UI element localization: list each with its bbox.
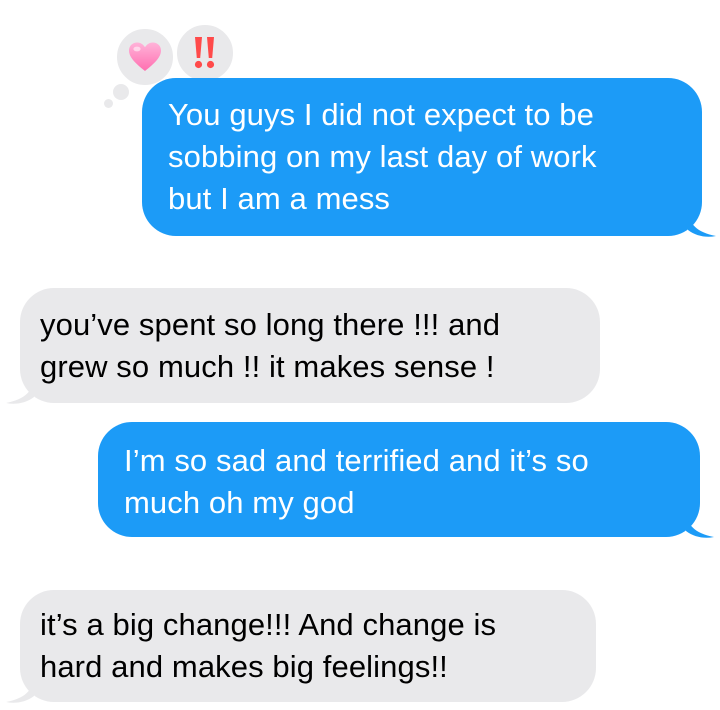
double-exclamation-icon bbox=[194, 37, 215, 69]
heart-icon bbox=[129, 42, 161, 71]
received-message-bubble[interactable]: you’ve spent so long there !!! and grew … bbox=[6, 288, 600, 404]
sent-message-bubble[interactable]: I’m so sad and terrified and it’s so muc… bbox=[98, 422, 714, 538]
bubble-tail bbox=[6, 678, 34, 704]
tapback-tail-dot bbox=[104, 99, 113, 108]
received-message-bubble[interactable]: it’s a big change!!! And change is hard … bbox=[6, 590, 596, 703]
tapback-tail-dot bbox=[113, 84, 129, 100]
message-text: You guys I did not expect to be sobbing … bbox=[168, 97, 597, 216]
message-text: it’s a big change!!! And change is hard … bbox=[40, 607, 497, 684]
bubble-tail bbox=[688, 212, 716, 238]
bubble-tail bbox=[686, 513, 714, 539]
exclamation-reaction[interactable] bbox=[174, 22, 236, 84]
message-thread: You guys I did not expect to be sobbing … bbox=[0, 0, 720, 710]
bubble-tail bbox=[6, 379, 34, 405]
sent-message-bubble[interactable]: You guys I did not expect to be sobbing … bbox=[142, 78, 716, 237]
message-text: you’ve spent so long there !!! and grew … bbox=[40, 307, 501, 384]
message-text: I’m so sad and terrified and it’s so muc… bbox=[124, 443, 589, 520]
